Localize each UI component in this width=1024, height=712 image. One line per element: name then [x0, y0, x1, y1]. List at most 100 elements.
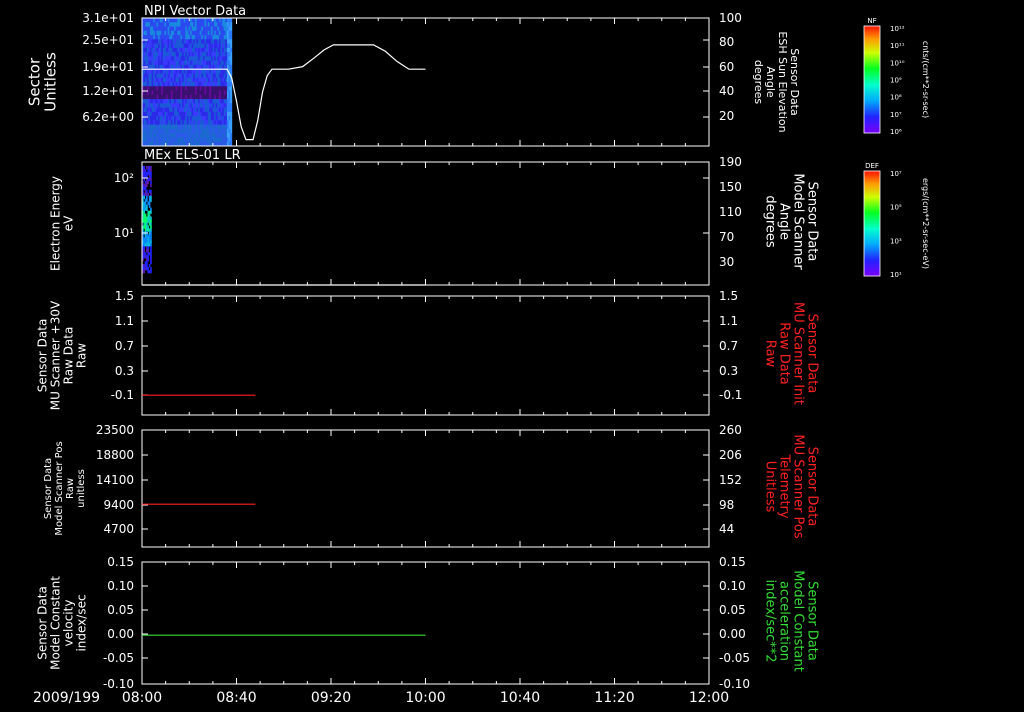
heatmap-cell: [150, 219, 152, 223]
right-y-label-line: MU Scanner Init: [790, 302, 805, 405]
y-tick-label: 0.10: [107, 579, 134, 593]
right-y-tick-label: 1.5: [719, 289, 738, 303]
heatmap-cell: [150, 210, 152, 214]
colorbar-title: NF: [867, 17, 876, 25]
y-tick-label: 1.9e+01: [82, 60, 134, 74]
left-y-label: Electron Energy eV: [49, 176, 76, 271]
colorbar-tick-label: 10¹²: [890, 25, 905, 33]
colorbar-tick-label: 10¹¹: [890, 42, 905, 50]
panel-title: MEx ELS-01 LR: [144, 148, 241, 163]
heatmap-cell: [150, 166, 152, 170]
colorbar-tick-label: 10⁵: [890, 204, 902, 212]
colorbar-units: ergs/(cm**2-sr-sec-eV): [921, 178, 930, 269]
panel-4: 23500 18800 14100 9400 4700 260 206 152 98 44 Sens…: [43, 423, 819, 548]
colorbar-units: cnts/(cm**2-sr-sec): [921, 41, 930, 118]
right-y-tick-label: 100: [719, 11, 742, 25]
right-y-tick-label: 152: [719, 473, 742, 487]
heatmap-cell: [147, 246, 150, 250]
heatmap-cell: [144, 201, 147, 205]
heatmap-cell: [147, 255, 150, 259]
heatmap-cell: [150, 267, 152, 271]
right-y-tick-label: 206: [719, 448, 742, 462]
heatmap-cell: [150, 168, 152, 173]
heatmap-cell: [146, 207, 148, 211]
right-y-tick-label: 260: [719, 423, 742, 437]
panel-frame: [141, 161, 710, 286]
panel-5: 0.15 0.10 0.05 0.00 -0.05 -0.10 0.15 0.10 0.05 0.…: [36, 555, 820, 691]
y-tick-label: 2.5e+01: [82, 33, 134, 47]
colorbar-units-text: cnts/(cm**2-sr-sec): [921, 41, 930, 118]
plot-stage: 3.1e+01 2.5e+01 1.9e+01 1.2e+01 6.2e+00 100 80…: [0, 0, 1024, 708]
heatmap-cell: [230, 86, 233, 91]
heatmap-cell: [147, 192, 150, 197]
heatmap-cell: [143, 166, 145, 170]
y-tick-label: 9400: [103, 498, 134, 512]
heatmap-cell: [230, 107, 233, 113]
heatmap-cell: [148, 264, 151, 268]
right-y-tick-label: 0.10: [719, 579, 746, 593]
y-tick-label: 14100: [96, 473, 134, 487]
right-y-tick-label: 190: [719, 155, 742, 169]
y-tick-label: 6.2e+00: [82, 110, 134, 124]
x-tick-label: 08:40: [216, 690, 256, 706]
right-y-tick-label: 0.3: [719, 364, 738, 378]
colorbar-1: NF 10¹² 10¹¹ 10¹⁰ 10⁹ 10⁸ 10⁷ 10⁶ cnts/(cm**2-sr…: [863, 17, 930, 136]
colorbar-units-text: ergs/(cm**2-sr-sec-eV): [921, 178, 930, 269]
left-y-label-line: eV: [62, 215, 76, 231]
heatmap-cell: [230, 103, 233, 108]
colorbar-gradient: [863, 170, 881, 277]
y-tick-label: 18800: [96, 448, 134, 462]
heatmap-cell: [146, 195, 148, 199]
colorbar-tick-label: 10⁸: [890, 94, 902, 102]
heatmap-cell: [230, 56, 233, 62]
right-y-tick-label: -0.1: [719, 388, 742, 402]
heatmap-cell: [230, 133, 233, 138]
y-tick-label: 0.15: [107, 555, 134, 569]
right-y-tick-label: 0.15: [719, 555, 746, 569]
right-y-tick-label: 20: [719, 109, 734, 123]
heatmap-cell: [150, 249, 152, 253]
right-y-label-line: Telemetry: [776, 453, 791, 518]
heatmap-cell: [150, 177, 152, 182]
left-y-label: Sensor Data Model Constant velocity index/s…: [36, 576, 89, 670]
right-y-label-line: degrees: [752, 60, 765, 105]
colorbar-tick-label: 10⁷: [890, 170, 902, 178]
heatmap-cell: [147, 180, 150, 185]
heatmap-cell: [146, 222, 148, 226]
heatmap-cell: [143, 210, 145, 214]
right-y-label-line: Unitless: [762, 461, 777, 513]
heatmap-cell: [147, 267, 150, 271]
right-y-label: Sensor DataModel Constantaccelerationind…: [762, 570, 819, 672]
panel-frame: [141, 295, 710, 416]
npi-heatmap: [142, 18, 233, 147]
left-y-label-line: Raw: [65, 478, 76, 499]
y-tick-label: 1.1: [115, 314, 134, 328]
right-y-label-line: MU Scanner Pos: [790, 434, 805, 539]
x-tick-label: 09:20: [311, 690, 351, 706]
y-tick-label: 10¹: [114, 226, 134, 240]
heatmap-cell: [143, 195, 145, 199]
colorbar-tick-label: 10¹: [890, 271, 902, 279]
left-y-label-line: Model Scanner Pos: [54, 441, 65, 535]
right-y-label-line: Sensor Data: [804, 581, 819, 661]
heatmap-cell: [150, 195, 152, 199]
panel-frame: [141, 429, 710, 548]
right-y-label-line: Sensor Data: [804, 182, 819, 262]
heatmap-cell: [150, 225, 152, 229]
heatmap-cell: [150, 192, 152, 197]
left-y-label-line: Sensor Data: [36, 586, 50, 660]
x-tick-label: 10:40: [500, 690, 540, 706]
y-tick-label: 0.00: [107, 627, 134, 641]
y-tick-label: 0.05: [107, 603, 134, 617]
heatmap-cell: [146, 183, 148, 188]
heatmap-cell: [146, 261, 148, 265]
panel-2: 10² 10¹ 190 150 110 70 30 MEx ELS-01 LR Electron…: [49, 148, 819, 286]
right-y-label: Sensor DataModel ScannerAngledegrees: [762, 173, 819, 270]
right-y-tick-label: 70: [719, 230, 734, 244]
heatmap-cell: [230, 30, 233, 36]
heatmap-cell: [230, 64, 233, 70]
colorbar-tick-label: 10¹⁰: [890, 59, 905, 67]
heatmap-cell: [230, 128, 233, 134]
heatmap-cell: [230, 99, 233, 104]
y-tick-label: 1.2e+01: [82, 84, 134, 98]
